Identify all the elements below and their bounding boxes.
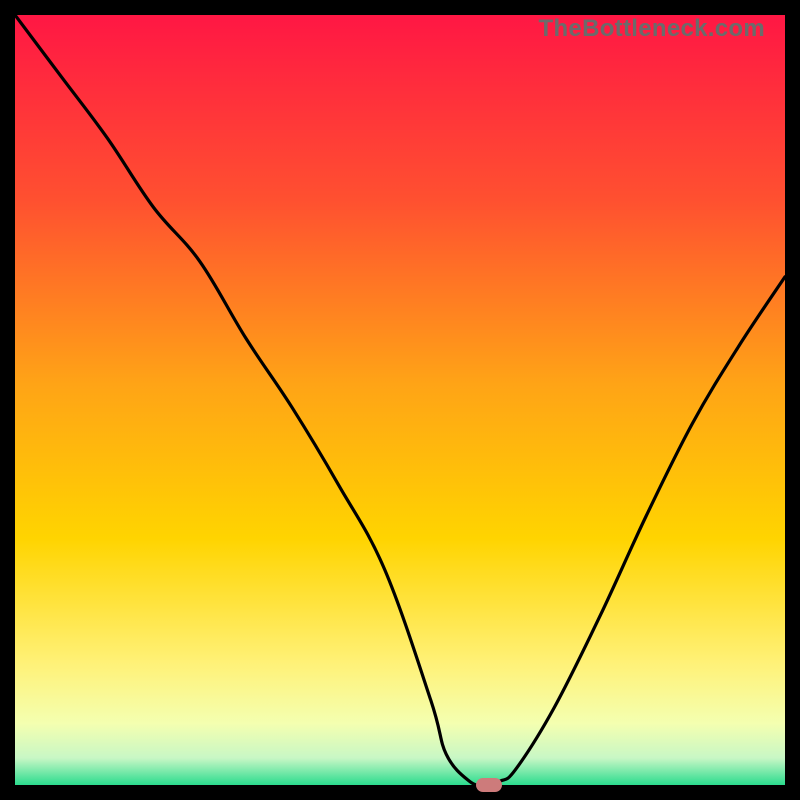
chart-frame: TheBottleneck.com [15, 15, 785, 785]
chart-canvas [15, 15, 785, 785]
gradient-background [15, 15, 785, 785]
watermark-text: TheBottleneck.com [539, 15, 765, 43]
optimal-point-marker [476, 778, 502, 792]
